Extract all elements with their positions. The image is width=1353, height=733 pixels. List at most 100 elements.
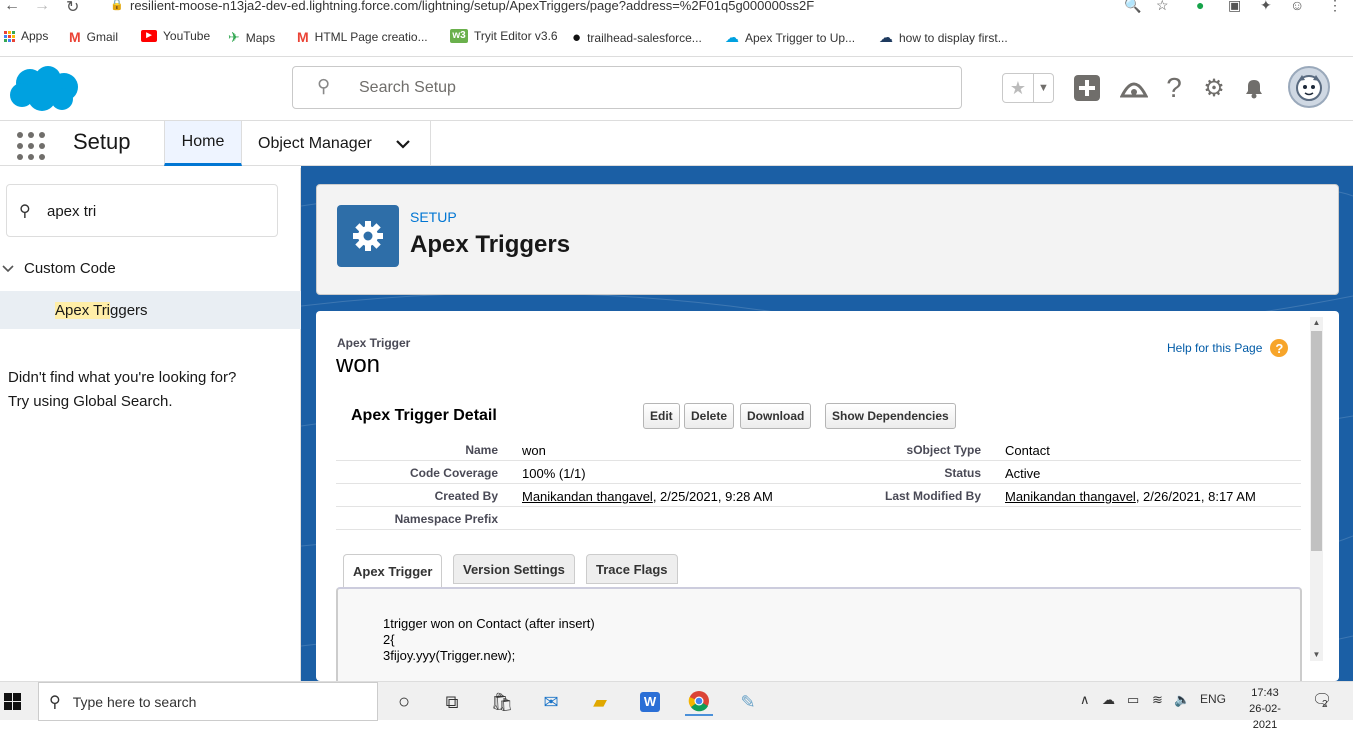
setup-sidebar: ⚲ apex tri Custom Code Apex Tri ggers Did… xyxy=(0,168,301,681)
app-launcher-icon[interactable] xyxy=(17,132,45,160)
file-explorer-icon[interactable]: ▰ xyxy=(586,688,614,716)
created-by-user-link[interactable]: Manikandan thangavel xyxy=(522,489,653,504)
sidebar-item-apex-triggers[interactable]: Apex Tri ggers xyxy=(0,291,301,329)
task-view-icon[interactable]: ⧉ xyxy=(438,688,466,716)
tab-home[interactable]: Home xyxy=(164,121,242,166)
code-viewer[interactable]: 1trigger won on Contact (after insert) 2{… xyxy=(336,587,1302,681)
setup-search-input[interactable]: ⚲ Search Setup xyxy=(292,66,962,109)
tab-object-manager[interactable]: Object Manager xyxy=(242,121,431,166)
taskbar-search-input[interactable]: ⚲ Type here to search xyxy=(38,682,378,721)
apps-grid-icon xyxy=(4,30,15,42)
bookmark-star-icon[interactable]: ☆ xyxy=(1156,0,1169,14)
puzzle-extensions-icon[interactable]: ✦ xyxy=(1260,0,1272,14)
plus-icon xyxy=(1074,75,1100,101)
global-header: ⚲ Search Setup ★ ▼ ? ⚙ xyxy=(0,56,1353,120)
back-icon[interactable]: ← xyxy=(4,0,20,15)
notes-app-icon[interactable]: ✎ xyxy=(734,688,762,716)
notifications-bell-icon[interactable] xyxy=(1240,71,1268,105)
field-label: Namespace Prefix xyxy=(394,512,498,526)
modified-by-user-link[interactable]: Manikandan thangavel xyxy=(1005,489,1136,504)
bookmark-apex-trigger[interactable]: ☁ Apex Trigger to Up... xyxy=(725,29,855,46)
help-icon[interactable]: ? xyxy=(1160,71,1188,105)
browser-menu-icon[interactable]: ⋮ xyxy=(1328,0,1342,14)
field-label: Last Modified By xyxy=(884,489,981,503)
chrome-icon[interactable] xyxy=(685,688,713,716)
show-hidden-icons[interactable]: ∧ xyxy=(1080,692,1090,708)
tree-section-custom-code[interactable]: Custom Code xyxy=(0,260,116,277)
tab-version-settings[interactable]: Version Settings xyxy=(453,554,575,584)
app-title: Setup xyxy=(73,129,131,154)
store-icon[interactable]: 🛍 xyxy=(488,688,516,716)
scrollbar-thumb[interactable] xyxy=(1311,331,1322,551)
detail-row: Created By Manikandan thangavel, 2/25/20… xyxy=(336,484,1301,507)
tab-apex-trigger[interactable]: Apex Trigger xyxy=(343,554,443,587)
field-value: Contact xyxy=(1005,443,1050,458)
bookmark-html-page[interactable]: M HTML Page creatio... xyxy=(297,29,428,45)
chevron-down-icon[interactable]: ▼ xyxy=(1033,74,1053,102)
gmail-icon: M xyxy=(297,29,309,45)
grammarly-extension-icon[interactable]: ● xyxy=(1196,0,1204,13)
extension-icon[interactable]: ▣ xyxy=(1228,0,1241,14)
scroll-down-icon[interactable]: ▼ xyxy=(1310,649,1323,661)
bookmark-maps[interactable]: ✈ Maps xyxy=(228,29,275,46)
main-content: SETUP Apex Triggers Apex Trigger won Hel… xyxy=(301,166,1353,681)
page-title: Apex Triggers xyxy=(410,231,571,258)
w3schools-icon: w3 xyxy=(450,29,468,43)
help-for-page-link[interactable]: Help for this Page ? xyxy=(1167,339,1289,357)
bookmark-tryit[interactable]: w3 Tryit Editor v3.6 xyxy=(450,29,558,43)
profile-icon[interactable]: ☺ xyxy=(1290,0,1304,13)
battery-icon[interactable]: ▭ xyxy=(1127,692,1139,708)
bookmarks-bar: Apps M Gmail ▶ YouTube ✈ Maps M HTML Pag… xyxy=(0,26,1353,50)
windows-taskbar: ⚲ Type here to search ○ ⧉ 🛍 ✉ ▰ W ✎ ∧ ☁ … xyxy=(0,681,1353,731)
user-avatar[interactable] xyxy=(1288,66,1330,108)
edit-button[interactable]: Edit xyxy=(643,403,680,429)
address-bar[interactable]: resilient-moose-n13ja2-dev-ed.lightning.… xyxy=(130,0,814,13)
lock-icon[interactable]: 🔒 xyxy=(110,0,124,11)
windows-start-icon[interactable] xyxy=(4,693,21,710)
forward-icon[interactable]: → xyxy=(34,0,50,15)
delete-button[interactable]: Delete xyxy=(684,403,735,429)
tab-trace-flags[interactable]: Trace Flags xyxy=(586,554,678,584)
mail-icon[interactable]: ✉ xyxy=(537,688,565,716)
bookmark-how-to-display[interactable]: ☁ how to display first... xyxy=(879,29,1008,46)
reload-icon[interactable]: ↻ xyxy=(66,0,79,17)
page-header: SETUP Apex Triggers xyxy=(316,184,1339,295)
code-content: 1trigger won on Contact (after insert) 2{… xyxy=(383,616,595,663)
salesforce-logo[interactable] xyxy=(8,63,80,113)
chevron-down-icon[interactable] xyxy=(396,136,410,152)
notifications-icon[interactable]: 🗨 2 xyxy=(1312,690,1332,710)
field-label: Code Coverage xyxy=(409,466,498,480)
onedrive-icon[interactable]: ☁ xyxy=(1102,692,1115,708)
vertical-scrollbar[interactable]: ▲ ▼ xyxy=(1310,317,1323,661)
trailhead-icon[interactable] xyxy=(1119,71,1149,105)
astro-avatar-icon xyxy=(1296,75,1322,101)
volume-icon[interactable]: 🔈 xyxy=(1174,692,1190,708)
wifi-icon[interactable]: ≋ xyxy=(1152,692,1163,708)
zoom-icon[interactable]: 🔍 xyxy=(1124,0,1141,14)
bookmark-apps[interactable]: Apps xyxy=(4,29,48,43)
writer-app-icon[interactable]: W xyxy=(636,688,664,716)
scroll-up-icon[interactable]: ▲ xyxy=(1310,317,1323,329)
app-navigation-bar: Setup Home Object Manager xyxy=(0,120,1353,166)
clock[interactable]: 17:43 26-02-2021 xyxy=(1237,685,1293,733)
favorites-button[interactable]: ★ ▼ xyxy=(1002,73,1054,103)
bookmark-youtube[interactable]: ▶ YouTube xyxy=(141,29,210,43)
field-value: Active xyxy=(1005,466,1041,481)
bookmark-gmail[interactable]: M Gmail xyxy=(69,29,118,45)
language-indicator[interactable]: ENG xyxy=(1200,692,1226,706)
detail-row: Namespace Prefix xyxy=(336,507,1301,530)
global-actions-button[interactable] xyxy=(1072,71,1102,105)
not-found-message: Didn't find what you're looking for? Try… xyxy=(8,369,237,410)
detail-section-title: Apex Trigger Detail xyxy=(351,407,497,424)
download-button[interactable]: Download xyxy=(740,403,812,429)
cloud-icon: ☁ xyxy=(879,29,893,45)
bookmark-trailhead[interactable]: ● trailhead-salesforce... xyxy=(572,29,702,46)
quick-find-input[interactable]: ⚲ apex tri xyxy=(6,184,278,237)
show-dependencies-button[interactable]: Show Dependencies xyxy=(825,403,956,429)
field-label: Status xyxy=(944,466,981,480)
setup-gear-icon[interactable]: ⚙ xyxy=(1200,71,1228,105)
field-label: Created By xyxy=(434,489,498,503)
chevron-down-icon xyxy=(0,262,14,276)
cortana-icon[interactable]: ○ xyxy=(390,688,418,716)
field-value: won xyxy=(522,443,546,458)
